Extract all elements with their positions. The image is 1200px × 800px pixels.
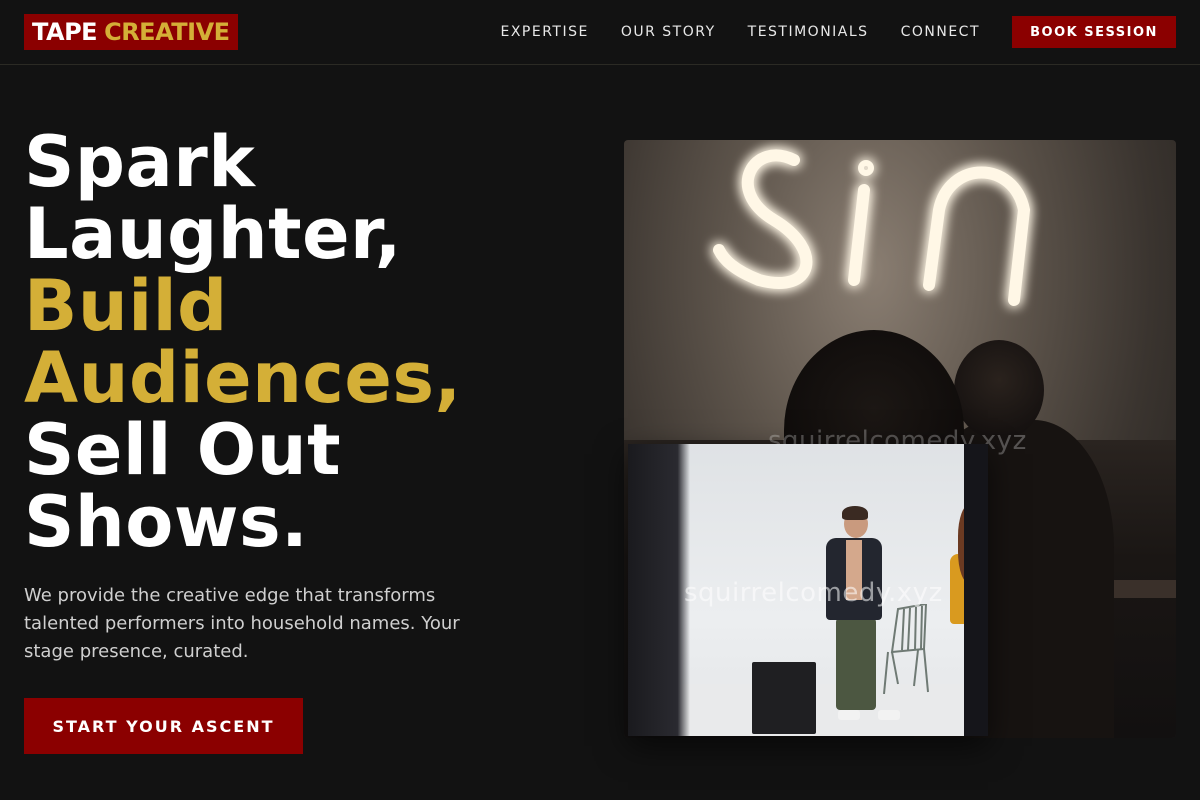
logo-word-creative: CREATIVE [104,18,230,46]
nav-link-testimonials[interactable]: TESTIMONIALS [748,24,869,40]
brand-logo[interactable]: TAPE CREATIVE [24,14,238,50]
headline-line: Sell Out [24,409,342,491]
studio-photoshoot-photo: squirrelcomedy.xyz [628,444,988,736]
nav-link-our-story[interactable]: OUR STORY [621,24,716,40]
nav-link-expertise[interactable]: EXPERTISE [500,24,588,40]
headline-line: Shows. [24,481,309,563]
headline-line-accent: Build [24,265,228,347]
hero-subtitle: We provide the creative edge that transf… [24,585,460,662]
start-your-ascent-button[interactable]: START YOUR ASCENT [24,698,303,754]
headline-line: Laughter, [24,193,402,275]
main-nav: EXPERTISE OUR STORY TESTIMONIALS CONNECT [500,0,980,64]
image-watermark: squirrelcomedy.xyz [684,578,943,608]
site-header: TAPE CREATIVE EXPERTISE OUR STORY TESTIM… [0,0,1200,65]
headline-line-accent: Audiences, [24,337,462,419]
book-session-button[interactable]: BOOK SESSION [1012,16,1176,48]
logo-word-tape: TAPE [32,18,98,46]
headline-line: Spark [24,121,256,203]
hero-headline: Spark Laughter, Build Audiences, Sell Ou… [24,126,584,558]
neon-sign-graphic [713,149,1031,306]
nav-link-connect[interactable]: CONNECT [901,24,980,40]
